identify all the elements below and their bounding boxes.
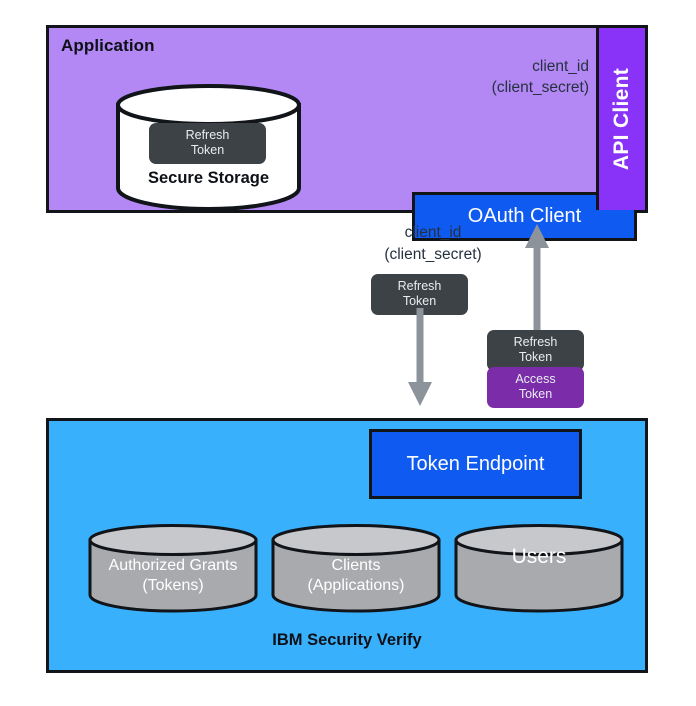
secure-storage-cylinder: Refresh Token Secure Storage [114,83,303,210]
identity-provider-title: IBM Security Verify [272,631,422,649]
datastore-clients-label: Clients (Applications) [270,556,442,596]
datastore-authorized-grants: Authorized Grants (Tokens) [87,523,259,613]
datastore-authorized-grants-line2: (Tokens) [142,577,204,594]
datastore-authorized-grants-label: Authorized Grants (Tokens) [87,556,259,596]
identity-provider-container: Token Endpoint Authorized Grants (Tokens… [46,418,648,673]
application-credentials-client-secret: (client_secret) [491,79,589,96]
flow-response-refresh-token-line1: Refresh [513,335,558,349]
secure-storage-refresh-token-line2: Token [190,143,225,157]
datastore-authorized-grants-line1: Authorized Grants [108,557,238,574]
flow-request-credentials: client_id (client_secret) [357,222,509,266]
api-client-label: API Client [610,67,633,171]
flow-request-refresh-token-line2: Token [402,294,437,308]
datastore-users: Users [453,523,625,613]
flow-down-arrow-icon [408,308,432,406]
token-endpoint-box[interactable]: Token Endpoint [369,429,582,499]
application-title: Application [61,36,155,55]
flow-response-refresh-token-pill: Refresh Token [487,330,584,371]
application-container: Application client_id (client_secret) Re… [46,25,648,241]
flow-request-client-secret: (client_secret) [384,246,482,263]
datastore-cylinder-shape [454,524,624,613]
datastore-row: Authorized Grants (Tokens) Clients (Appl… [49,523,645,618]
flow-request-client-id: client_id [404,224,462,241]
datastore-clients-line2: (Applications) [307,577,405,594]
diagram-canvas: Application client_id (client_secret) Re… [0,0,696,706]
flow-response-access-token-pill: Access Token [487,367,584,408]
api-client-box: API Client [596,28,645,210]
flow-up-arrow-icon [525,224,549,335]
application-credentials: client_id (client_secret) [492,56,589,98]
secure-storage-refresh-token-line1: Refresh [185,128,230,142]
secure-storage-refresh-token-pill: Refresh Token [149,123,266,164]
datastore-clients: Clients (Applications) [270,523,442,613]
flow-request-refresh-token-line1: Refresh [397,279,442,293]
datastore-users-label: Users [453,545,625,568]
token-endpoint-label: Token Endpoint [406,452,545,475]
secure-storage-label: Secure Storage [147,169,270,187]
application-credentials-client-id: client_id [532,58,589,75]
datastore-clients-line1: Clients [331,557,381,574]
flow-response-access-token-line2: Token [518,387,553,401]
datastore-users-line1: Users [511,545,567,568]
flow-response-refresh-token-line2: Token [518,350,553,364]
flow-response-access-token-line1: Access [515,372,556,386]
